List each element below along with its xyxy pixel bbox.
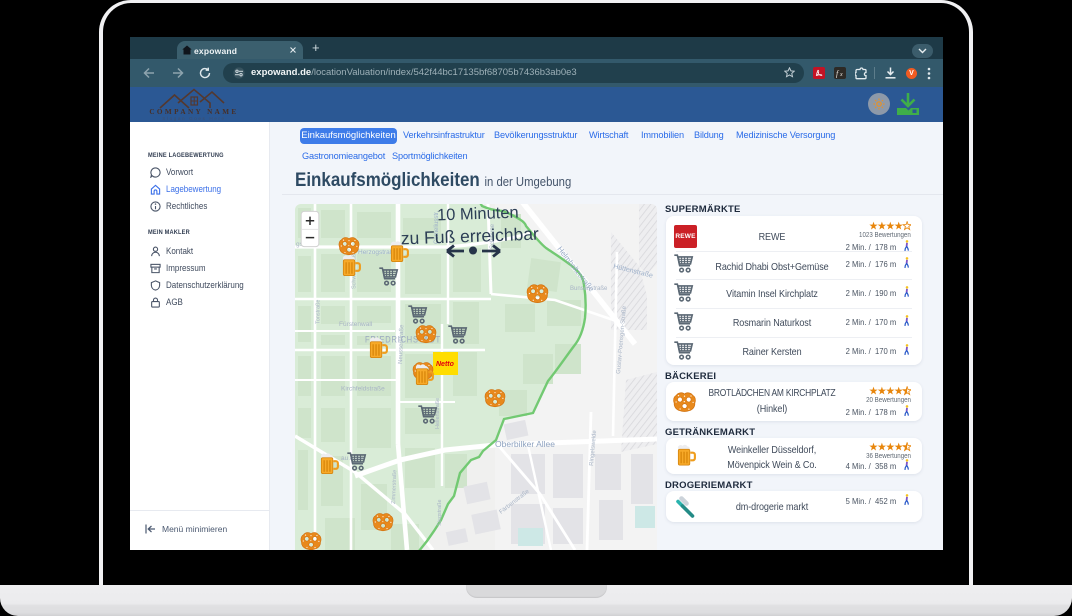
svg-text:Oberbilker Allee: Oberbilker Allee [495,439,555,449]
svg-text:Zimmerstraße: Zimmerstraße [391,470,398,504]
svg-text:Tonstraße: Tonstraße [316,300,322,324]
svg-text:Bunsenstraße: Bunsenstraße [570,286,608,292]
svg-text:Siegstraße: Siegstraße [437,499,443,526]
svg-text:10 Minuten: 10 Minuten [437,204,519,224]
svg-text:Hellenstraße: Hellenstraße [435,398,441,429]
svg-text:Slogan Goes Here: Slogan Goes Here [162,116,225,121]
svg-text:Fürstenwall: Fürstenwall [339,321,373,328]
svg-text:Netto: Netto [436,361,455,368]
svg-text:Kirchfeldstraße: Kirchfeldstraße [341,386,385,393]
svg-text:x: x [839,72,843,78]
svg-text:COMPANY NAME: COMPANY NAME [149,108,238,116]
